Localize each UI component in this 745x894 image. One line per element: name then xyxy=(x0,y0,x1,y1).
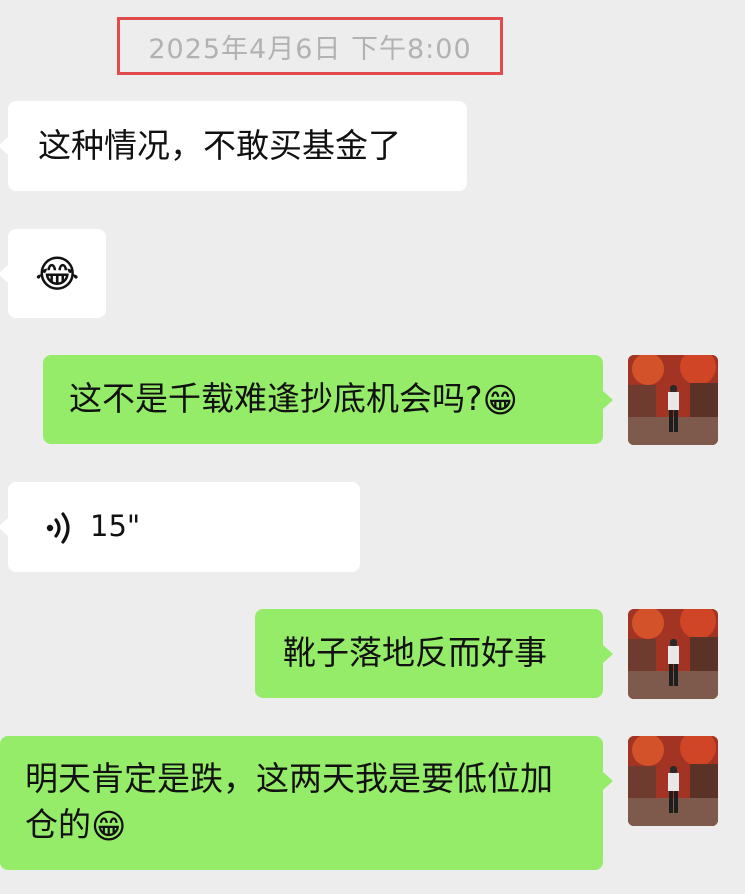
incoming-message-bubble[interactable]: 这种情况，不敢买基金了 xyxy=(0,101,467,191)
incoming-voice-bubble[interactable]: 15" xyxy=(0,482,360,572)
chat-timestamp: 2025年4月6日 下午8:00 xyxy=(117,17,503,75)
user-avatar[interactable] xyxy=(628,355,718,445)
message-text: 这不是千载难逢抄底机会吗?😁 xyxy=(69,376,518,422)
avatar-photo xyxy=(628,609,718,699)
incoming-emoji-bubble[interactable]: 😂 xyxy=(0,229,106,318)
outgoing-message-bubble[interactable]: 明天肯定是跌，这两天我是要低位加仓的😁 xyxy=(0,736,613,870)
avatar-photo xyxy=(628,355,718,445)
outgoing-message-bubble[interactable]: 靴子落地反而好事 xyxy=(255,609,613,698)
user-avatar[interactable] xyxy=(628,736,718,826)
message-text-content: 这不是千载难逢抄底机会吗? xyxy=(69,379,483,418)
message-text: 这种情况，不敢买基金了 xyxy=(38,126,401,165)
message-text: 明天肯定是跌，这两天我是要低位加仓的😁 xyxy=(25,756,585,848)
outgoing-message-bubble[interactable]: 这不是千载难逢抄底机会吗?😁 xyxy=(43,355,613,444)
user-avatar[interactable] xyxy=(628,609,718,699)
timestamp-text: 2025年4月6日 下午8:00 xyxy=(148,33,472,65)
voice-duration: 15" xyxy=(90,509,141,543)
facepalm-crying-emoji-icon: 😂 xyxy=(35,252,80,296)
voice-wave-icon xyxy=(46,512,70,544)
grinning-emoji-icon: 😁 xyxy=(482,380,518,421)
avatar-photo xyxy=(628,736,718,826)
message-text: 靴子落地反而好事 xyxy=(283,633,547,672)
grinning-emoji-icon: 😁 xyxy=(91,806,127,847)
